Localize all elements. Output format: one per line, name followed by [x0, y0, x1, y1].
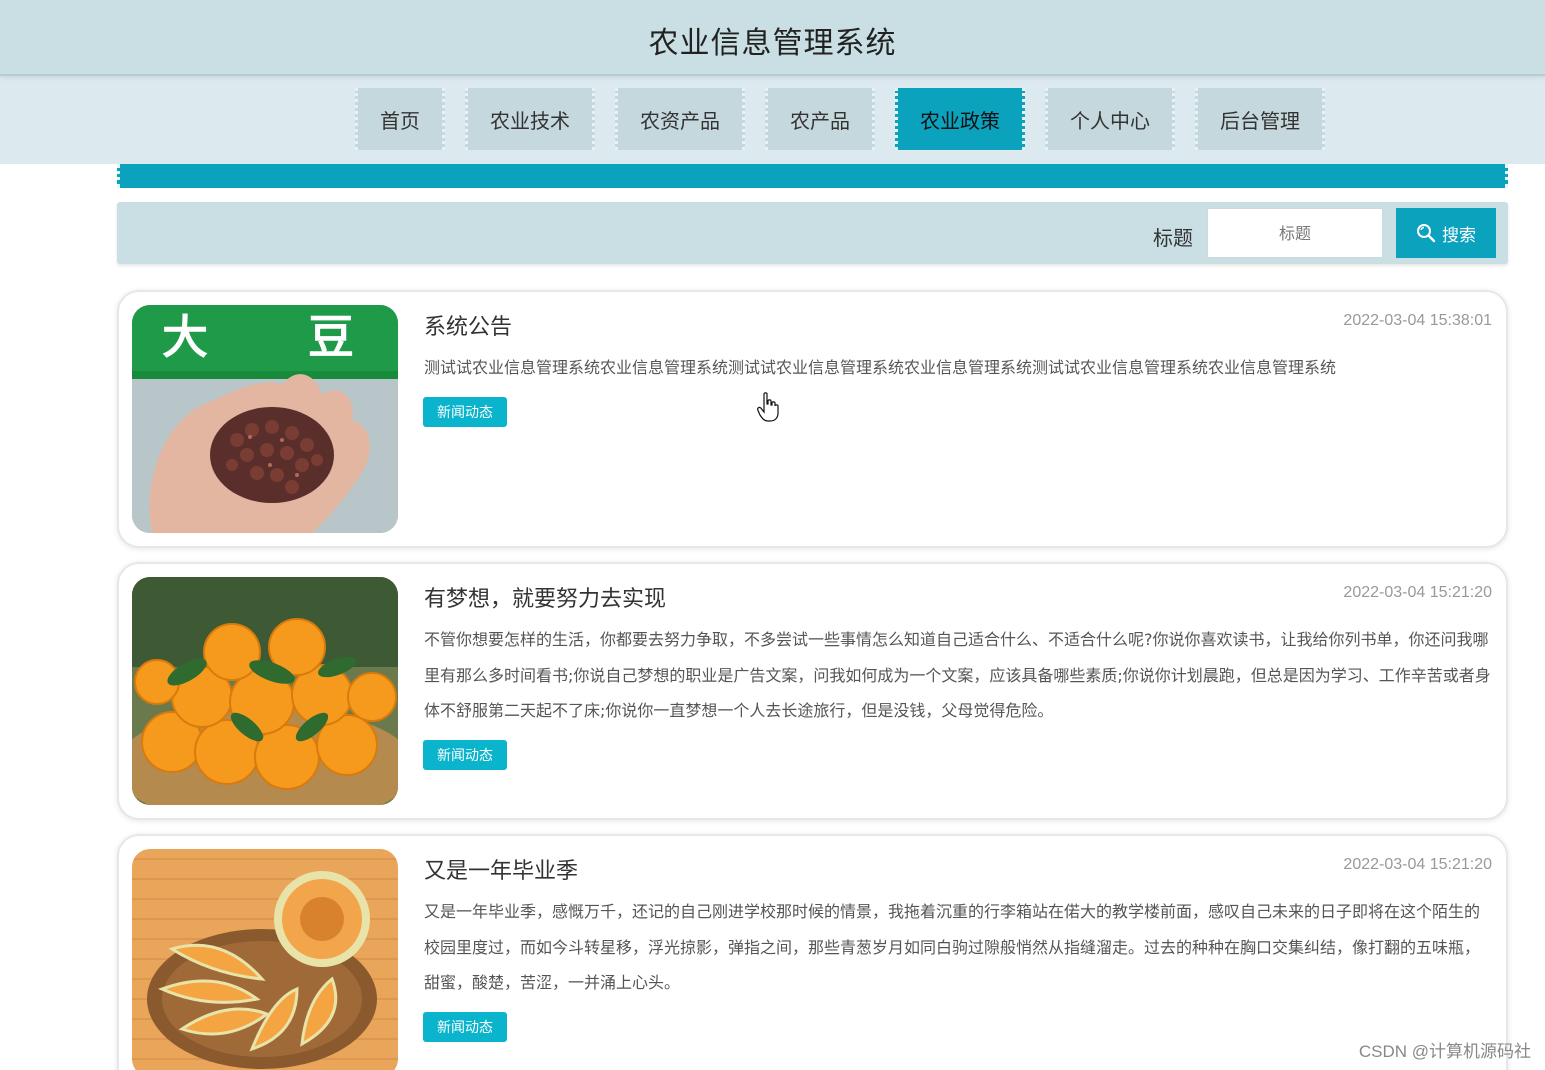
beans-image-char-2: 豆	[308, 310, 354, 364]
news-thumbnail-melon[interactable]	[132, 849, 398, 1070]
search-button-label: 搜索	[1442, 225, 1476, 246]
news-title[interactable]: 又是一年毕业季	[424, 853, 578, 885]
news-summary: 测试试农业信息管理系统农业信息管理系统测试试农业信息管理系统农业信息管理系统测试…	[424, 358, 1337, 377]
nav-item-agri-tech[interactable]: 农业技术	[465, 88, 595, 150]
news-thumbnail-oranges[interactable]	[132, 577, 398, 805]
search-bar: 标题 搜索	[117, 202, 1508, 264]
news-timestamp: 2022-03-04 15:38:01	[1343, 312, 1492, 329]
news-list: 大 豆 系统公告 2022-03-04 15:38:01 测试试农业信息管理系统…	[117, 290, 1508, 1070]
site-title: 农业信息管理系统	[648, 26, 897, 61]
search-icon	[1417, 224, 1436, 243]
news-summary: 又是一年毕业季，感慨万千，还记的自己刚进学校那时候的情景，我拖着沉重的行李箱站在…	[424, 902, 1481, 992]
beans-image-char-1: 大	[162, 310, 208, 364]
news-timestamp: 2022-03-04 15:21:20	[1343, 584, 1492, 601]
header-bar: 农业信息管理系统	[0, 0, 1545, 76]
news-tag-button[interactable]: 新闻动态	[423, 397, 507, 427]
nav-item-home[interactable]: 首页	[355, 88, 445, 150]
search-label: 标题	[1153, 226, 1193, 250]
nav-item-agri-policy[interactable]: 农业政策	[895, 88, 1025, 150]
watermark: CSDN @计算机源码社	[1358, 1042, 1531, 1061]
nav-item-personal-center[interactable]: 个人中心	[1045, 88, 1175, 150]
news-title[interactable]: 系统公告	[424, 309, 512, 341]
news-card[interactable]: 大 豆 系统公告 2022-03-04 15:38:01 测试试农业信息管理系统…	[117, 290, 1508, 548]
news-timestamp: 2022-03-04 15:21:20	[1343, 856, 1492, 873]
news-tag-button[interactable]: 新闻动态	[423, 740, 507, 770]
hand-cursor-icon	[757, 392, 779, 422]
news-card[interactable]: 有梦想，就要努力去实现 2022-03-04 15:21:20 不管你想要怎样的…	[117, 562, 1508, 820]
nav-item-admin[interactable]: 后台管理	[1195, 88, 1325, 150]
news-thumbnail-beans[interactable]: 大 豆	[132, 305, 398, 533]
nav-items: 首页 农业技术 农资产品 农产品 农业政策 个人中心 后台管理	[355, 88, 1325, 150]
banner-strip	[117, 164, 1508, 188]
news-summary: 不管你想要怎样的生活，你都要去努力争取，不多尝试一些事情怎么知道自己适合什么、不…	[424, 630, 1491, 720]
search-input[interactable]	[1207, 208, 1383, 258]
news-title[interactable]: 有梦想，就要努力去实现	[424, 581, 666, 613]
nav-bar: 首页 农业技术 农资产品 农产品 农业政策 个人中心 后台管理	[0, 76, 1545, 164]
nav-item-agri-supplies[interactable]: 农资产品	[615, 88, 745, 150]
news-tag-button[interactable]: 新闻动态	[423, 1012, 507, 1042]
news-card[interactable]: 又是一年毕业季 2022-03-04 15:21:20 又是一年毕业季，感慨万千…	[117, 834, 1508, 1070]
search-button[interactable]: 搜索	[1396, 208, 1496, 258]
nav-item-agri-products[interactable]: 农产品	[765, 88, 875, 150]
